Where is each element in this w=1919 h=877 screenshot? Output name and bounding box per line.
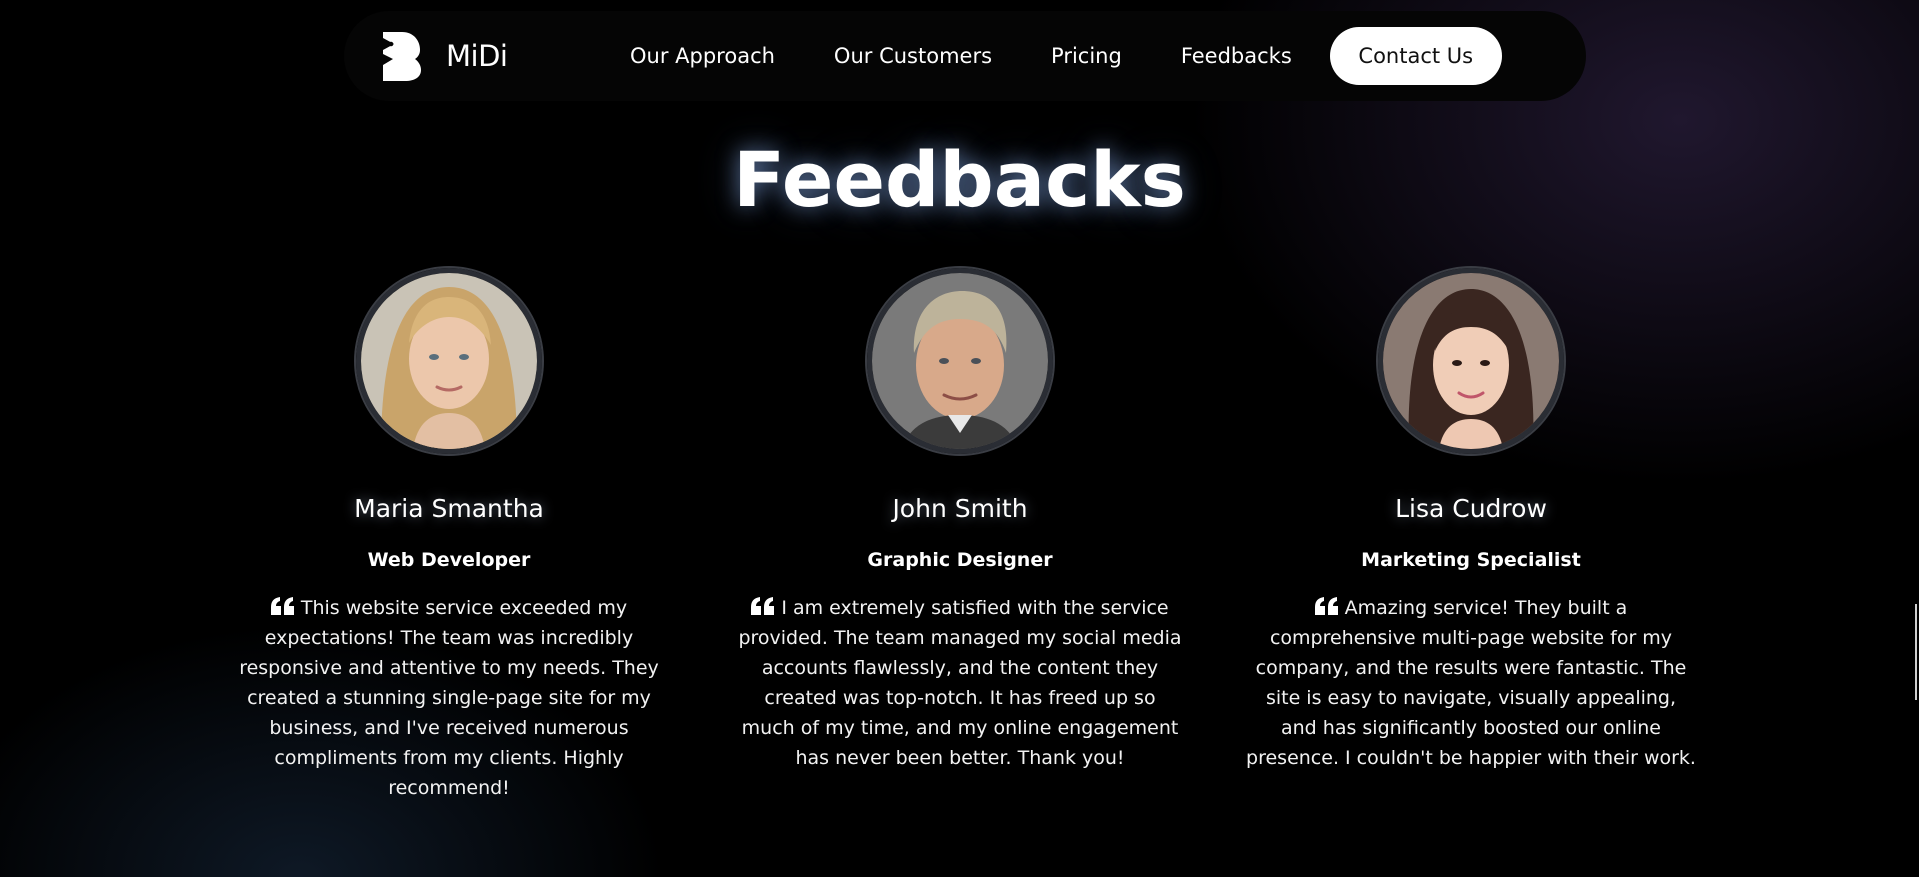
section-title: Feedbacks xyxy=(733,135,1186,224)
avatar xyxy=(1378,268,1564,454)
nav-link-pricing[interactable]: Pricing xyxy=(1051,44,1122,68)
brand-name: MiDi xyxy=(446,39,508,73)
person-role: Marketing Specialist xyxy=(1361,549,1581,571)
nav-link-our-customers[interactable]: Our Customers xyxy=(834,44,992,68)
avatar-photo-icon xyxy=(1383,273,1559,449)
contact-us-button[interactable]: Contact Us xyxy=(1329,27,1502,85)
avatar xyxy=(867,268,1053,454)
nav-link-feedbacks[interactable]: Feedbacks xyxy=(1181,44,1292,68)
person-name: John Smith xyxy=(892,494,1028,523)
testimonial-quote: I am extremely satisfied with the servic… xyxy=(735,593,1185,773)
person-name: Lisa Cudrow xyxy=(1395,494,1547,523)
quote-text: This website service exceeded my expecta… xyxy=(239,597,659,799)
testimonial-card: John Smith Graphic Designer I am extreme… xyxy=(735,268,1185,773)
person-name: Maria Smantha xyxy=(354,494,544,523)
nav-links: Our Approach Our Customers Pricing Feedb… xyxy=(630,11,1502,101)
quote-text: I am extremely satisfied with the servic… xyxy=(738,597,1182,769)
person-role: Web Developer xyxy=(367,549,531,571)
avatar xyxy=(356,268,542,454)
testimonial-quote: Amazing service! They built a comprehens… xyxy=(1246,593,1696,773)
testimonial-card: Maria Smantha Web Developer This website… xyxy=(224,268,674,803)
quote-icon xyxy=(270,597,294,615)
nav-link-our-approach[interactable]: Our Approach xyxy=(630,44,775,68)
midi-logo-icon xyxy=(383,32,421,81)
quote-icon xyxy=(751,597,775,615)
scrollbar-thumb[interactable] xyxy=(1915,604,1917,700)
person-role: Graphic Designer xyxy=(867,549,1053,571)
avatar-photo-icon xyxy=(361,273,537,449)
testimonial-card: Lisa Cudrow Marketing Specialist Amazing… xyxy=(1246,268,1696,773)
testimonial-quote: This website service exceeded my expecta… xyxy=(224,593,674,803)
top-navigation: MiDi Our Approach Our Customers Pricing … xyxy=(344,11,1586,101)
quote-text: Amazing service! They built a comprehens… xyxy=(1246,597,1696,769)
quote-icon xyxy=(1314,597,1338,615)
brand[interactable]: MiDi xyxy=(380,29,508,83)
avatar-photo-icon xyxy=(872,273,1048,449)
